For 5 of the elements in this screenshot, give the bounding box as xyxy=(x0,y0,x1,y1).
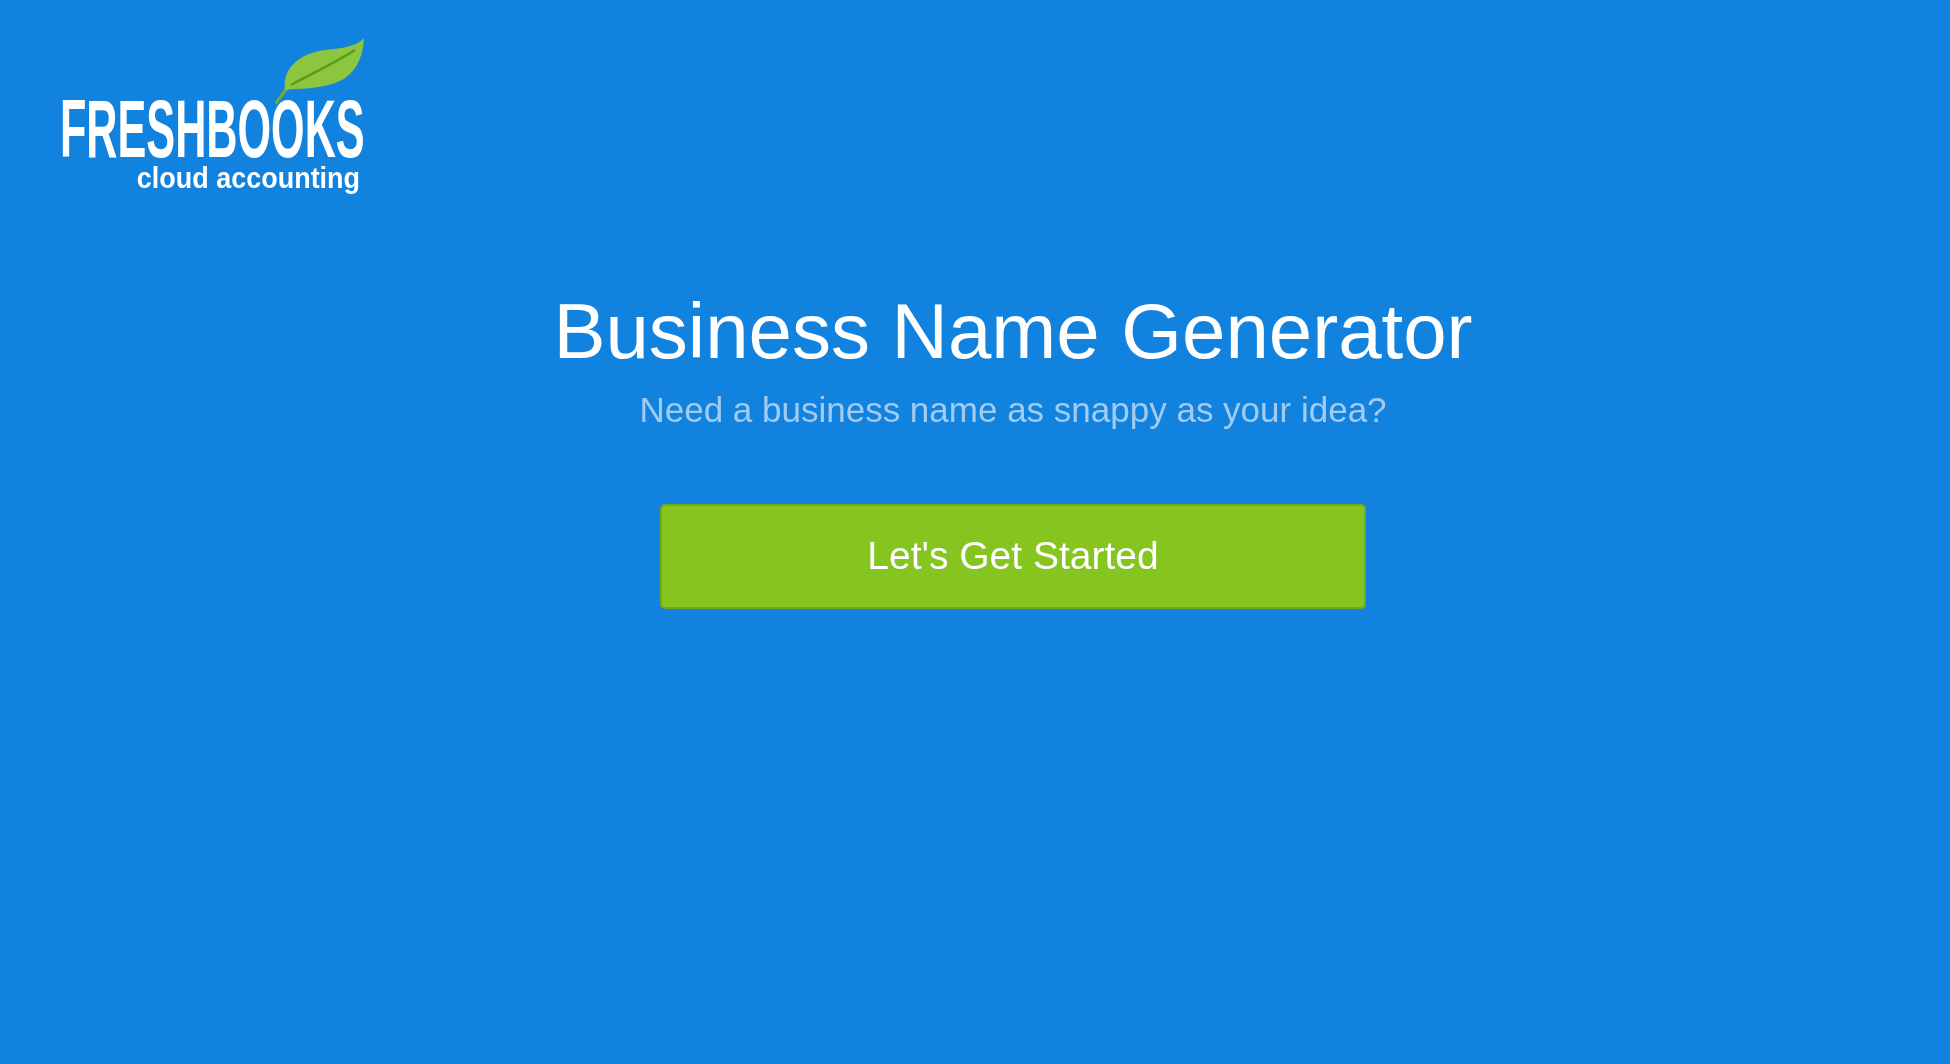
get-started-button[interactable]: Let's Get Started xyxy=(660,503,1366,609)
logo-wordmark: FRESHBOOKS xyxy=(60,98,365,160)
page-subtitle: Need a business name as snappy as your idea? xyxy=(639,388,1387,431)
logo-tagline: cloud accounting xyxy=(136,161,360,195)
page-title: Business Name Generator xyxy=(553,286,1473,377)
